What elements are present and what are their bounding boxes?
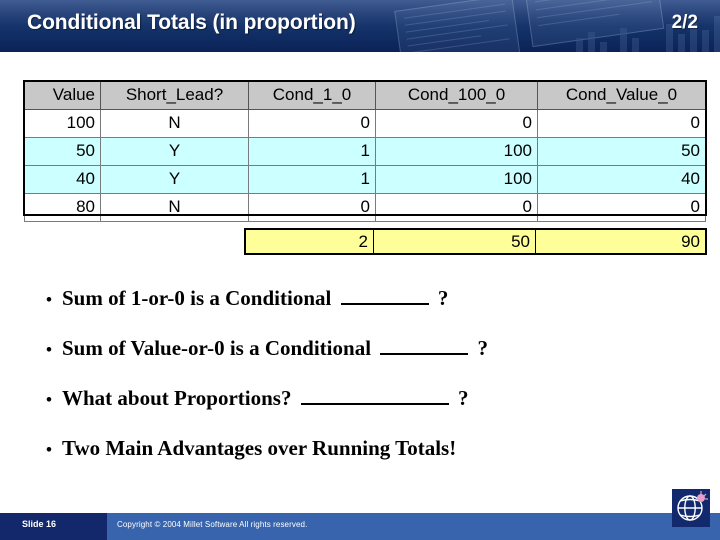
cell-cond-100-0: 100 [375,137,538,166]
bullet-dot-icon: • [46,340,52,359]
cell-cond-1-0: 0 [248,109,376,138]
cell-value: 80 [24,193,101,222]
list-item: • What about Proportions? ? [40,386,690,436]
bullet-dot-icon: • [46,290,52,309]
total-cond-100-0: 50 [374,230,536,253]
bullet-text-post: ? [477,336,489,360]
cell-value: 100 [24,109,101,138]
copyright-notice: Copyright © 2004 Millet Software All rig… [117,520,308,529]
slide-number-label: Slide 16 [22,519,57,529]
bullet-list: • Sum of 1-or-0 is a Conditional ? • Sum… [40,286,690,486]
column-header-cond-value-0: Cond_Value_0 [537,81,706,110]
table-row: 50 Y 1 100 50 [24,137,706,166]
globe-icon [672,489,710,527]
table-header-row: Value Short_Lead? Cond_1_0 Cond_100_0 Co… [24,81,706,110]
cell-cond-100-0: 0 [375,193,538,222]
bullet-text-post: ? [457,386,469,410]
bullet-text-pre: Two Main Advantages over Running Totals! [62,436,457,460]
list-item: • Sum of Value-or-0 is a Conditional ? [40,336,690,386]
list-item: • Sum of 1-or-0 is a Conditional ? [40,286,690,336]
totals-row: 2 50 90 [244,228,707,255]
bullet-text-post: ? [437,286,449,310]
slide-footer [0,513,720,540]
table-row: 100 N 0 0 0 [24,109,706,138]
cell-value: 50 [24,137,101,166]
fill-in-blank [300,388,449,405]
cell-cond-value-0: 50 [537,137,706,166]
slide-header: Conditional Totals (in proportion) 2/2 [0,0,720,52]
cell-cond-1-0: 1 [248,165,376,194]
column-header-cond-100-0: Cond_100_0 [375,81,538,110]
list-item: • Two Main Advantages over Running Total… [40,436,690,486]
cell-cond-value-0: 0 [537,193,706,222]
cell-cond-100-0: 100 [375,165,538,194]
bullet-text-pre: Sum of 1-or-0 is a Conditional [62,286,332,310]
cell-short-lead: N [100,193,249,222]
total-cond-value-0: 90 [536,230,705,253]
total-cond-1-0: 2 [246,230,374,253]
fill-in-blank [380,338,469,355]
cell-cond-1-0: 1 [248,137,376,166]
bullet-dot-icon: • [46,390,52,409]
cell-short-lead: Y [100,137,249,166]
column-header-value: Value [24,81,101,110]
bullet-text-pre: What about Proportions? [62,386,292,410]
fill-in-blank [340,288,429,305]
bullet-text-pre: Sum of Value-or-0 is a Conditional [62,336,372,360]
column-header-cond-1-0: Cond_1_0 [248,81,376,110]
table-row: 80 N 0 0 0 [24,193,706,222]
cell-cond-value-0: 40 [537,165,706,194]
cell-short-lead: Y [100,165,249,194]
page-title: Conditional Totals (in proportion) [27,11,356,34]
cell-cond-100-0: 0 [375,109,538,138]
cell-cond-value-0: 0 [537,109,706,138]
table-row: 40 Y 1 100 40 [24,165,706,194]
cell-cond-1-0: 0 [248,193,376,222]
header-watermark-texture [394,0,720,52]
cell-value: 40 [24,165,101,194]
cell-short-lead: N [100,109,249,138]
conditional-totals-table: Value Short_Lead? Cond_1_0 Cond_100_0 Co… [24,81,706,222]
column-header-short-lead: Short_Lead? [100,81,249,110]
slide-counter: 2/2 [671,12,698,33]
bullet-dot-icon: • [46,440,52,459]
